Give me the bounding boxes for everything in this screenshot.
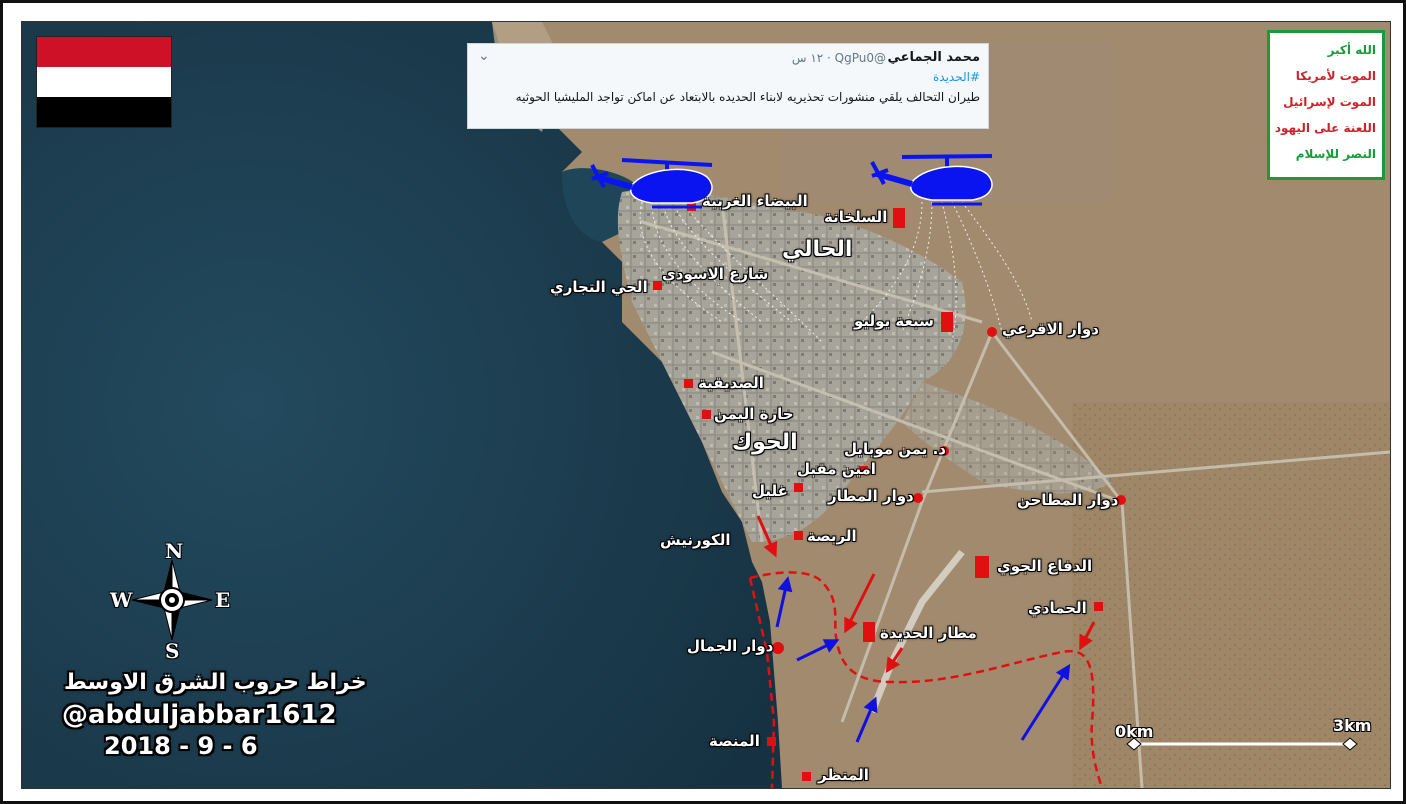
tweet-handle: @QgPu0 · ١٢ س	[791, 51, 886, 65]
place-label-hamadi: الحمادي	[1028, 599, 1087, 617]
place-label-baida: البيضاء الغربية	[702, 192, 808, 210]
place-label-sabaa: سبعة يوليو	[854, 312, 934, 330]
compass-west: W	[110, 588, 133, 612]
credit-handle: @abduljabbar1612	[62, 700, 337, 730]
marker-airport-roundabout	[913, 493, 923, 503]
map-frame: محمد الجماعي @QgPu0 · ١٢ س ⌄ #الحديدة طي…	[0, 0, 1406, 804]
compass-east: E	[215, 588, 231, 612]
place-label-minassa: المنصة	[709, 732, 760, 750]
place-label-sadiqiya: الصديقية	[698, 374, 764, 392]
tweet-hashtag[interactable]: #الحديدة	[933, 70, 980, 84]
tweet-card: محمد الجماعي @QgPu0 · ١٢ س ⌄ #الحديدة طي…	[467, 43, 989, 129]
place-label-tijari: الحي التجاري	[550, 278, 648, 296]
marker-air-defense	[975, 556, 989, 578]
compass-north: N	[165, 539, 184, 563]
place-label-aswadi: شارع الاسودي	[662, 265, 769, 283]
marker-aqraei	[987, 327, 997, 337]
tweet-text: طيران التحالف يلقي منشورات تحذيريه لابنا…	[515, 90, 980, 104]
chevron-down-icon[interactable]: ⌄	[478, 48, 490, 64]
slogan-box: الله أكبر الموت لأمريكا الموت لإسرائيل ا…	[1267, 30, 1385, 180]
place-label-air-defense: الدفاع الجوي	[997, 557, 1093, 575]
compass-south: S	[165, 639, 180, 663]
credit-title: خراط حروب الشرق الاوسط	[64, 670, 367, 695]
place-label-salkhana: السلخانة	[824, 208, 888, 226]
marker-salkhana	[893, 208, 905, 228]
place-label-ghulail: غليل	[752, 482, 788, 500]
flag-stripe-red	[37, 37, 171, 67]
scale-start-label: 0km	[1115, 722, 1154, 741]
place-label-airport-roundabout: دوار المطار	[828, 487, 914, 505]
place-label-yemen-mobile: د. يمن موبايل	[844, 440, 947, 458]
place-label-matahin: دوار المطاحن	[1017, 491, 1119, 509]
marker-sabaa	[941, 312, 953, 332]
scale-end-label: 3km	[1333, 716, 1372, 735]
marker-jamal	[772, 642, 784, 654]
slogan-line: النصر للإسلام	[1295, 147, 1376, 161]
district-label-hawk: الحوك	[732, 430, 798, 455]
slogan-line: الموت لأمريكا	[1295, 69, 1376, 83]
marker-minassa	[767, 737, 776, 746]
place-label-airport: مطار الحديدة	[880, 624, 977, 642]
place-label-aqraei: دوار الاقرعي	[1002, 320, 1099, 338]
marker-yemen-quarter	[702, 410, 711, 419]
place-label-corniche: الكورنيش	[660, 531, 731, 549]
place-label-yemen-quarter: حارة اليمن	[714, 405, 794, 423]
credit-date: 2018 - 9 - 6	[104, 732, 258, 760]
slogan-line: الله أكبر	[1327, 43, 1376, 57]
marker-tijari	[653, 281, 662, 290]
flag-stripe-black	[37, 97, 171, 127]
district-label-hali: الحالي	[782, 237, 853, 262]
place-label-manzar: المنظر	[818, 766, 869, 784]
slogan-line: الموت لإسرائيل	[1283, 95, 1376, 109]
yemen-flag	[36, 36, 172, 128]
marker-airport	[863, 622, 875, 642]
place-label-amin: امين مقبل	[797, 460, 876, 478]
map-canvas: محمد الجماعي @QgPu0 · ١٢ س ⌄ #الحديدة طي…	[21, 21, 1391, 789]
marker-manzar	[802, 772, 811, 781]
tweet-author[interactable]: محمد الجماعي	[887, 50, 980, 65]
marker-ghulail	[794, 483, 803, 492]
marker-hamadi	[1094, 602, 1103, 611]
marker-sadiqiya	[684, 379, 693, 388]
slogan-line: اللعنة على اليهود	[1274, 121, 1376, 135]
marker-rabsa	[794, 531, 803, 540]
place-label-jamal: دوار الجمال	[687, 637, 774, 655]
place-label-rabsa: الربصة	[807, 527, 857, 545]
flag-stripe-white	[37, 67, 171, 97]
